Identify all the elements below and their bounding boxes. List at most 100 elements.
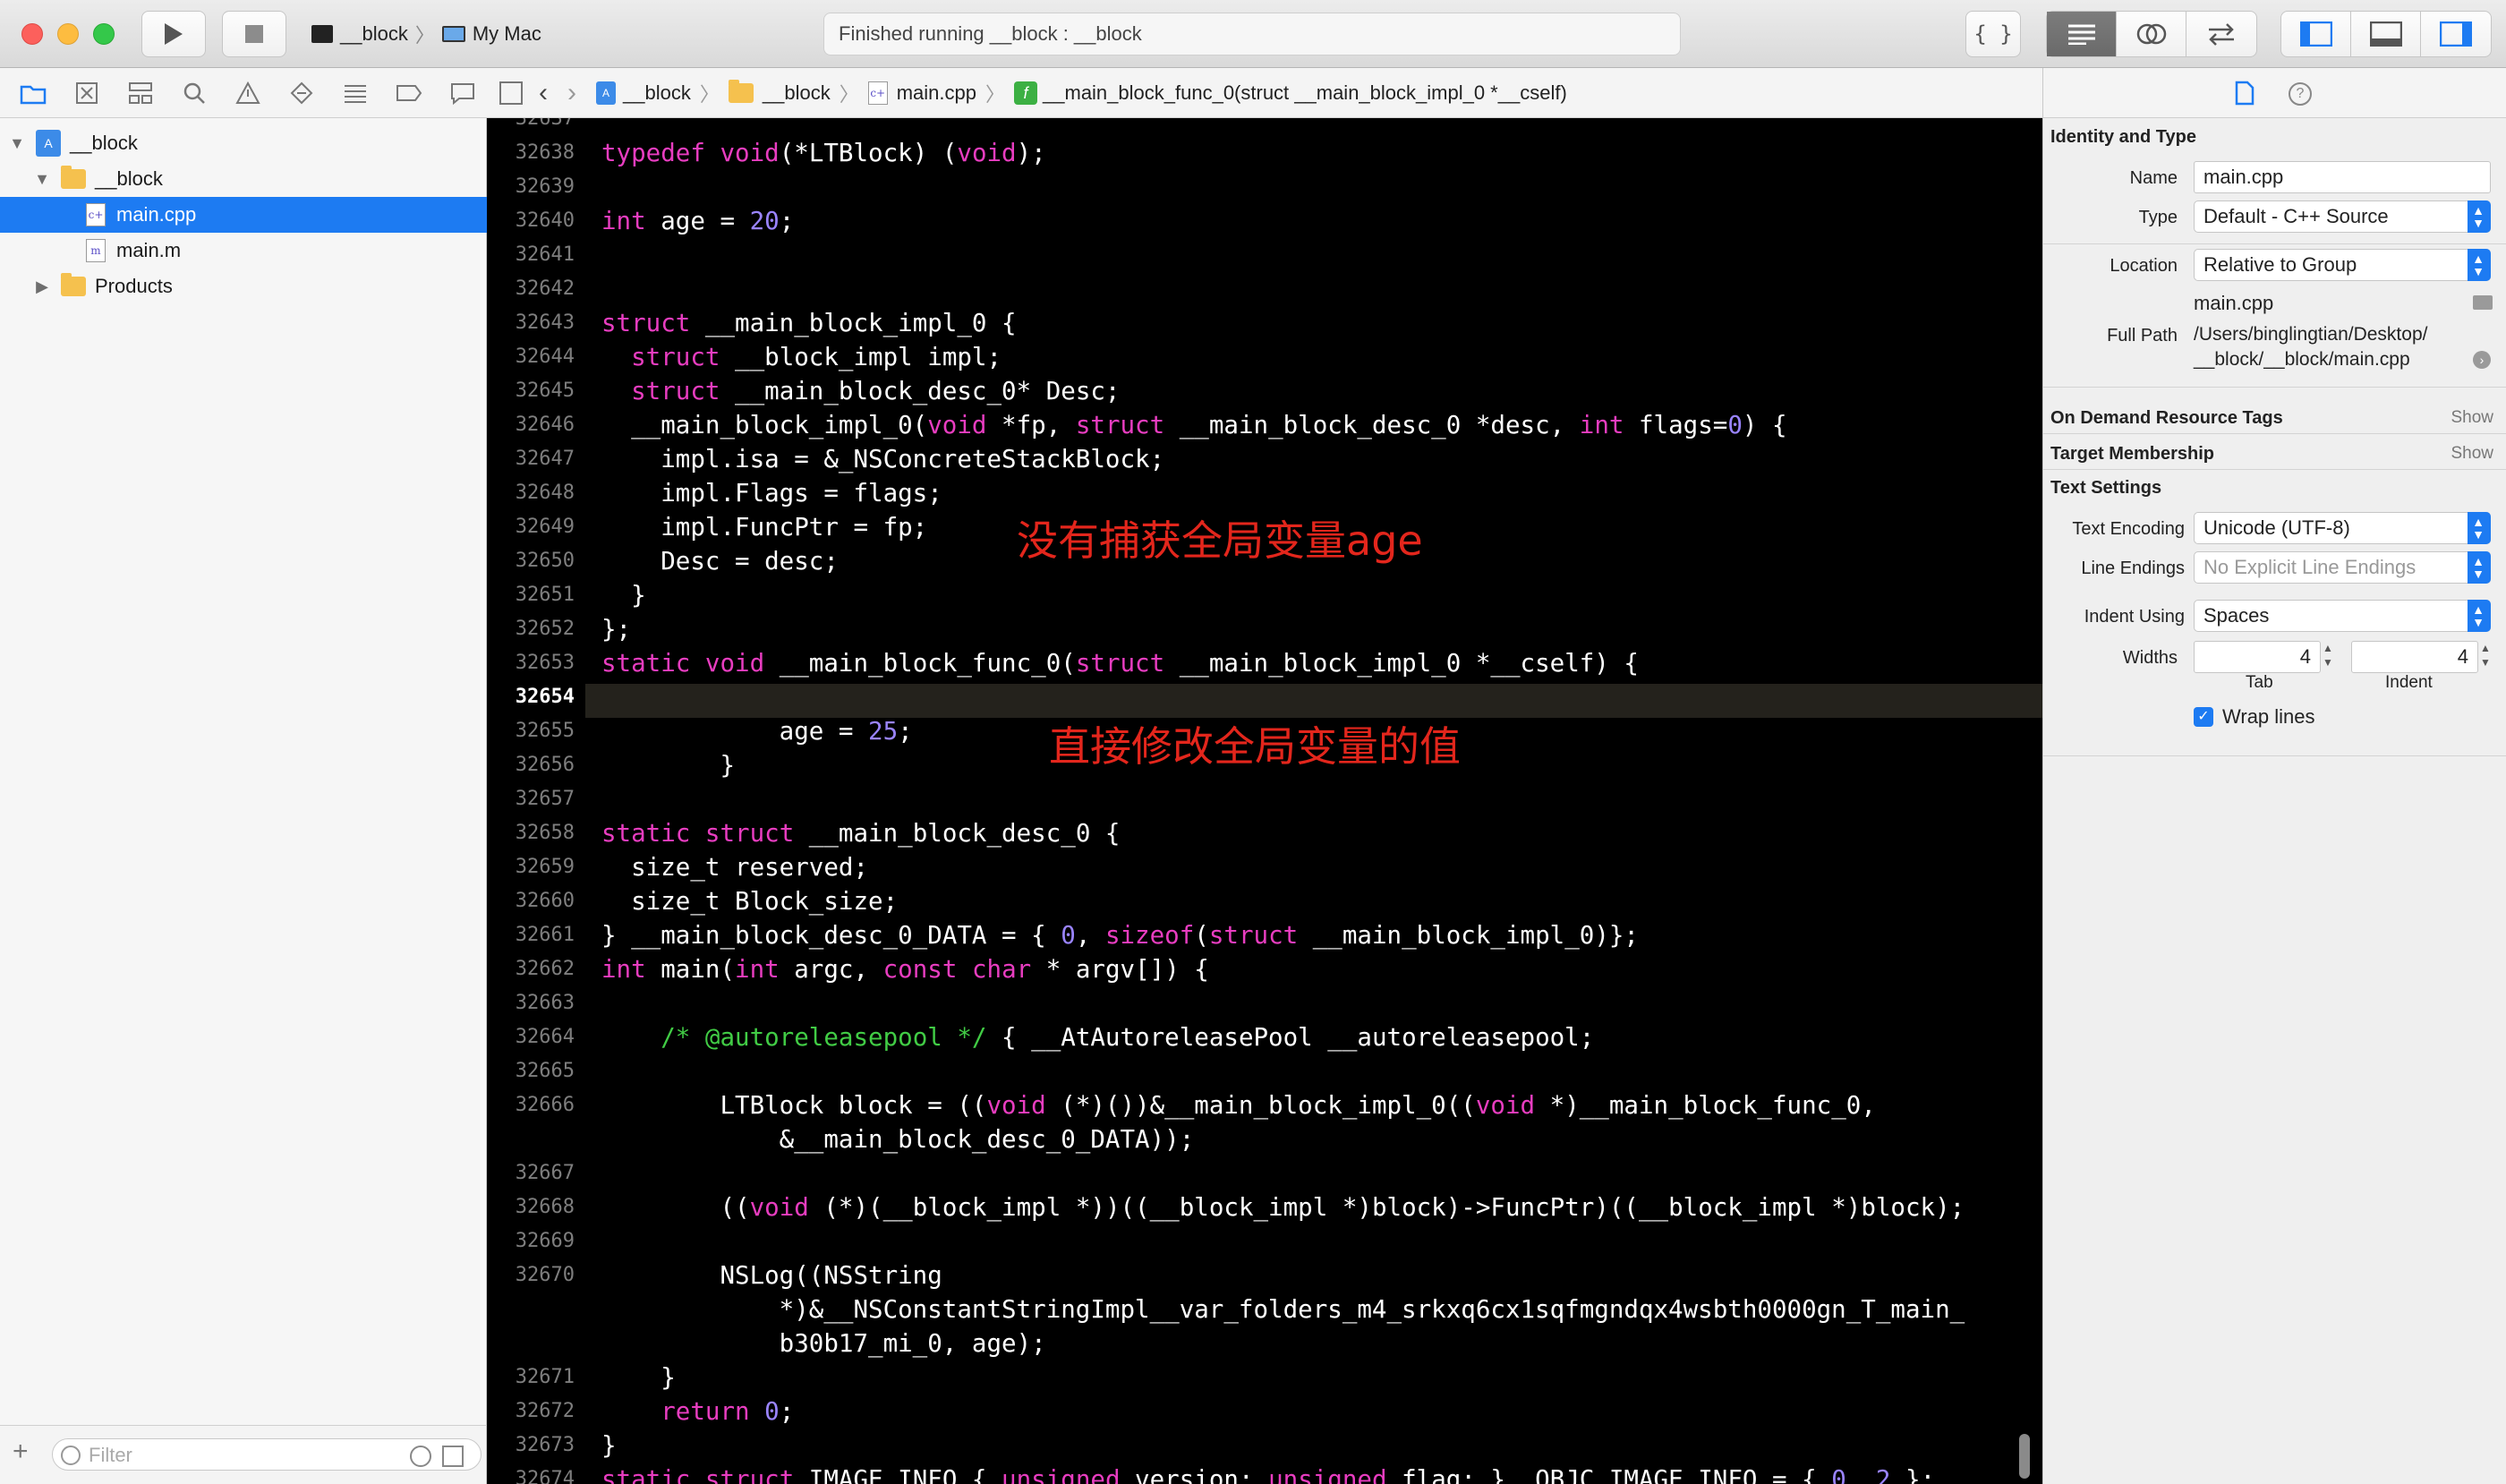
breakpoint-navigator-tab[interactable] (388, 75, 430, 111)
line-number[interactable]: 32664 (487, 1020, 575, 1054)
run-button[interactable] (141, 11, 206, 57)
test-navigator-tab[interactable] (281, 75, 322, 111)
code-line[interactable]: impl.Flags = flags; (601, 476, 942, 510)
line-number[interactable]: 32653 (487, 646, 575, 680)
line-number[interactable]: 32666 (487, 1088, 575, 1122)
line-number[interactable]: 32674 (487, 1463, 575, 1484)
line-number[interactable]: 32670 (487, 1258, 575, 1292)
line-number[interactable]: 32646 (487, 408, 575, 442)
line-number[interactable] (487, 1326, 575, 1360)
wrap-lines-checkbox[interactable]: ✓ (2194, 707, 2213, 727)
tree-item-project[interactable]: ▼ A __block (0, 125, 487, 161)
line-number[interactable]: 32662 (487, 952, 575, 986)
name-field[interactable]: main.cpp (2194, 161, 2491, 193)
vertical-scrollbar[interactable] (2019, 1434, 2030, 1479)
help-icon[interactable]: ? (2289, 82, 2312, 106)
encoding-select[interactable]: Unicode (UTF-8) ▲ ▼ (2194, 512, 2491, 544)
reveal-arrow-icon[interactable]: › (2473, 351, 2491, 369)
source-control-filter-icon[interactable] (442, 1446, 464, 1467)
forward-button[interactable]: › (567, 78, 576, 108)
line-number[interactable]: 32642 (487, 272, 575, 306)
indent-stepper[interactable]: ▲ ▼ (2480, 641, 2491, 670)
line-number[interactable]: 32654 (487, 680, 575, 714)
line-number[interactable]: 32661 (487, 918, 575, 952)
debug-navigator-tab[interactable] (335, 75, 376, 111)
line-number[interactable]: 32648 (487, 476, 575, 510)
code-line[interactable]: static void __main_block_func_0(struct _… (601, 646, 1639, 680)
code-line[interactable]: b30b17_mi_0, age); (601, 1326, 1046, 1360)
line-number[interactable]: 32671 (487, 1360, 575, 1394)
toggle-inspector-button[interactable] (2421, 12, 2491, 56)
location-select[interactable]: Relative to Group ▲ ▼ (2194, 249, 2491, 281)
line-number[interactable]: 32660 (487, 884, 575, 918)
tab-stepper[interactable]: ▲ ▼ (2323, 641, 2333, 670)
code-line[interactable]: ((void (*)(__block_impl *))((__block_imp… (601, 1190, 1965, 1224)
disclosure-expanded-icon[interactable]: ▼ (32, 170, 52, 189)
code-line[interactable]: NSLog((NSString (601, 1258, 942, 1292)
tab-width-field[interactable]: 4 (2194, 641, 2321, 673)
zoom-window-button[interactable] (93, 23, 115, 45)
code-line[interactable]: impl.isa = &_NSConcreteStackBlock; (601, 442, 1164, 476)
project-navigator-tab[interactable] (13, 75, 54, 111)
line-number[interactable]: 32658 (487, 816, 575, 850)
symbol-navigator-tab[interactable] (120, 75, 161, 111)
code-line[interactable]: typedef void(*LTBlock) (void); (601, 136, 1046, 170)
issue-navigator-tab[interactable] (227, 75, 268, 111)
assistant-editor-button[interactable] (2117, 12, 2186, 56)
breadcrumb-file[interactable]: c+ main.cpp (867, 81, 976, 105)
find-navigator-tab[interactable] (174, 75, 215, 111)
recent-files-icon[interactable] (410, 1446, 431, 1467)
line-number[interactable]: 32638 (487, 136, 575, 170)
back-button[interactable]: ‹ (539, 78, 548, 108)
type-select[interactable]: Default - C++ Source ▲ ▼ (2194, 200, 2491, 233)
disclosure-collapsed-icon[interactable]: ▶ (32, 277, 52, 296)
code-line[interactable]: *)&__NSConstantStringImpl__var_folders_m… (601, 1292, 1965, 1326)
line-number[interactable]: 32651 (487, 578, 575, 612)
tree-item-folder[interactable]: ▼ __block (0, 161, 487, 197)
code-line[interactable]: } __main_block_desc_0_DATA = { 0, sizeof… (601, 918, 1639, 952)
code-line[interactable]: /* @autoreleasepool */ { __AtAutorelease… (601, 1020, 1594, 1054)
library-button[interactable]: { } (1965, 11, 2021, 57)
line-number[interactable]: 32672 (487, 1394, 575, 1429)
breadcrumb-function[interactable]: f __main_block_func_0(struct __main_block… (1014, 81, 1567, 105)
add-icon[interactable]: + (13, 1438, 29, 1465)
line-number[interactable]: 32668 (487, 1190, 575, 1224)
line-number[interactable]: 32652 (487, 612, 575, 646)
code-line[interactable]: struct __main_block_impl_0 { (601, 306, 1017, 340)
line-number[interactable]: 32673 (487, 1429, 575, 1463)
line-number[interactable] (487, 1292, 575, 1326)
line-number[interactable]: 32667 (487, 1156, 575, 1190)
breadcrumb-group[interactable]: __block (728, 79, 831, 105)
indent-width-field[interactable]: 4 (2351, 641, 2478, 673)
line-number[interactable]: 32643 (487, 306, 575, 340)
line-number[interactable]: 32641 (487, 238, 575, 272)
source-control-navigator-tab[interactable] (66, 75, 107, 111)
tree-item-products[interactable]: ▶ Products (0, 269, 487, 304)
line-number[interactable]: 32657 (487, 782, 575, 816)
code-line[interactable]: struct __main_block_desc_0* Desc; (601, 374, 1120, 408)
file-inspector-icon[interactable] (2235, 81, 2255, 106)
line-number[interactable]: 32655 (487, 714, 575, 748)
code-line[interactable]: } (601, 578, 646, 612)
report-navigator-tab[interactable] (442, 75, 483, 111)
code-line[interactable]: return 0; (601, 1394, 794, 1429)
line-number[interactable]: 32644 (487, 340, 575, 374)
tree-item-main-cpp[interactable]: c+ main.cpp (0, 197, 487, 233)
line-number[interactable]: 32663 (487, 986, 575, 1020)
code-line[interactable]: } (601, 1360, 676, 1394)
stop-button[interactable] (222, 11, 286, 57)
minimize-window-button[interactable] (57, 23, 79, 45)
code-line[interactable]: size_t reserved; (601, 850, 868, 884)
code-line[interactable]: impl.FuncPtr = fp; (601, 510, 927, 544)
code-line[interactable]: int age = 20; (601, 204, 794, 238)
line-number[interactable]: 32647 (487, 442, 575, 476)
line-number[interactable] (487, 1122, 575, 1156)
code-line[interactable]: int main(int argc, const char * argv[]) … (601, 952, 1209, 986)
source-editor[interactable]: 32637 32638 32639 32640 32641 32642 32643 32644… (487, 118, 2042, 1484)
close-window-button[interactable] (21, 23, 43, 45)
show-ondemand-button[interactable]: Show (2451, 408, 2493, 428)
line-number[interactable]: 32669 (487, 1224, 575, 1258)
line-number[interactable]: 32656 (487, 748, 575, 782)
toggle-navigator-button[interactable] (2281, 12, 2351, 56)
code-line[interactable]: LTBlock block = ((void (*)())&__main_blo… (601, 1088, 1875, 1122)
